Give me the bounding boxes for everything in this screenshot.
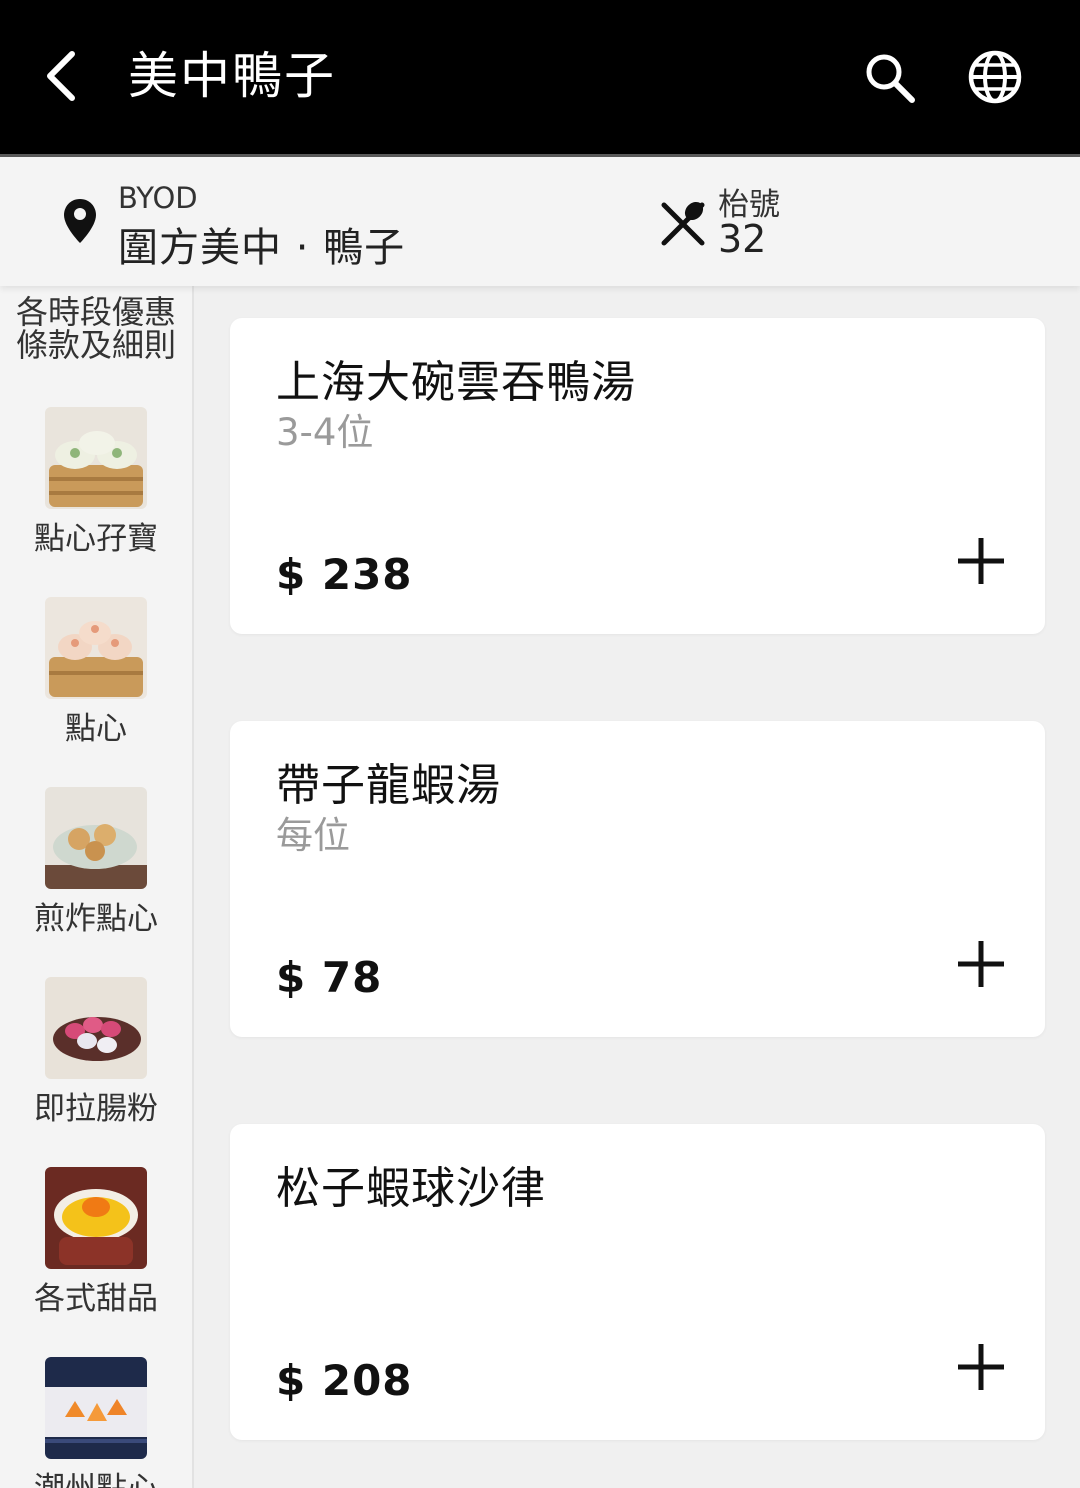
- back-arrow-icon[interactable]: [40, 48, 88, 104]
- sidebar-item-dimsum-combo[interactable]: 點心孖寶: [0, 407, 192, 587]
- sidebar-item-label: 潮州點心: [0, 1463, 192, 1488]
- plus-icon[interactable]: [956, 939, 1006, 989]
- sidebar-item-label: 點心孖寶: [34, 521, 158, 557]
- product-card[interactable]: 上海大碗雲吞鴨湯 3-4位 $ 238: [230, 318, 1045, 634]
- fried-dimsum-thumbnail: [45, 787, 147, 889]
- promo-terms-link[interactable]: 各時段優惠 條款及細則: [0, 296, 192, 362]
- store-info-bar: BYOD 圍方美中 · 鴨子 枱號 32: [0, 157, 1080, 286]
- order-mode: BYOD: [118, 181, 198, 215]
- promo-line-1: 各時段優惠: [15, 293, 176, 331]
- dimsum-thumbnail: [45, 597, 147, 699]
- product-card[interactable]: 松子蝦球沙律 $ 208: [230, 1124, 1045, 1440]
- plus-icon[interactable]: [956, 1342, 1006, 1392]
- app-bar: 美中鴨子: [0, 0, 1080, 154]
- sidebar-item-chiuchow-dimsum[interactable]: 潮州點心: [0, 1357, 192, 1488]
- sidebar-item-rice-rolls[interactable]: 即拉腸粉: [0, 977, 192, 1157]
- chiuchow-dimsum-thumbnail: [45, 1357, 147, 1459]
- location-pin-icon: [64, 199, 96, 243]
- sidebar-item-label: 即拉腸粉: [34, 1091, 158, 1127]
- sidebar-item-label: 煎炸點心: [34, 901, 158, 937]
- table-number: 32: [718, 217, 767, 261]
- promo-line-2: 條款及細則: [15, 326, 176, 364]
- plus-icon[interactable]: [956, 536, 1006, 586]
- sidebar-item-desserts[interactable]: 各式甜品: [0, 1167, 192, 1347]
- store-name: 圍方美中 · 鴨子: [118, 225, 406, 271]
- product-card[interactable]: 帶子龍蝦湯 每位 $ 78: [230, 721, 1045, 1037]
- dimsum-combo-thumbnail: [45, 407, 147, 509]
- globe-icon[interactable]: [966, 48, 1024, 106]
- product-subtitle: 每位: [276, 814, 350, 857]
- product-subtitle: 3-4位: [276, 411, 374, 454]
- sidebar-item-dimsum[interactable]: 點心: [0, 597, 192, 777]
- sidebar-item-label: 各式甜品: [34, 1281, 158, 1317]
- page-title: 美中鴨子: [128, 47, 336, 105]
- desserts-thumbnail: [45, 1167, 147, 1269]
- category-sidebar: 各時段優惠 條款及細則 點心孖寶 點心 煎炸點心 即拉腸粉 各式甜品: [0, 286, 194, 1488]
- utensils-icon: [661, 201, 705, 246]
- product-price: $ 208: [276, 1356, 413, 1405]
- product-price: $ 78: [276, 953, 383, 1002]
- sidebar-item-fried-dimsum[interactable]: 煎炸點心: [0, 787, 192, 967]
- product-price: $ 238: [276, 550, 413, 599]
- search-icon[interactable]: [862, 50, 918, 106]
- sidebar-item-label: 點心: [65, 711, 127, 747]
- product-name: 上海大碗雲吞鴨湯: [276, 357, 636, 408]
- rice-rolls-thumbnail: [45, 977, 147, 1079]
- product-name: 松子蝦球沙律: [276, 1163, 546, 1214]
- product-name: 帶子龍蝦湯: [276, 760, 501, 811]
